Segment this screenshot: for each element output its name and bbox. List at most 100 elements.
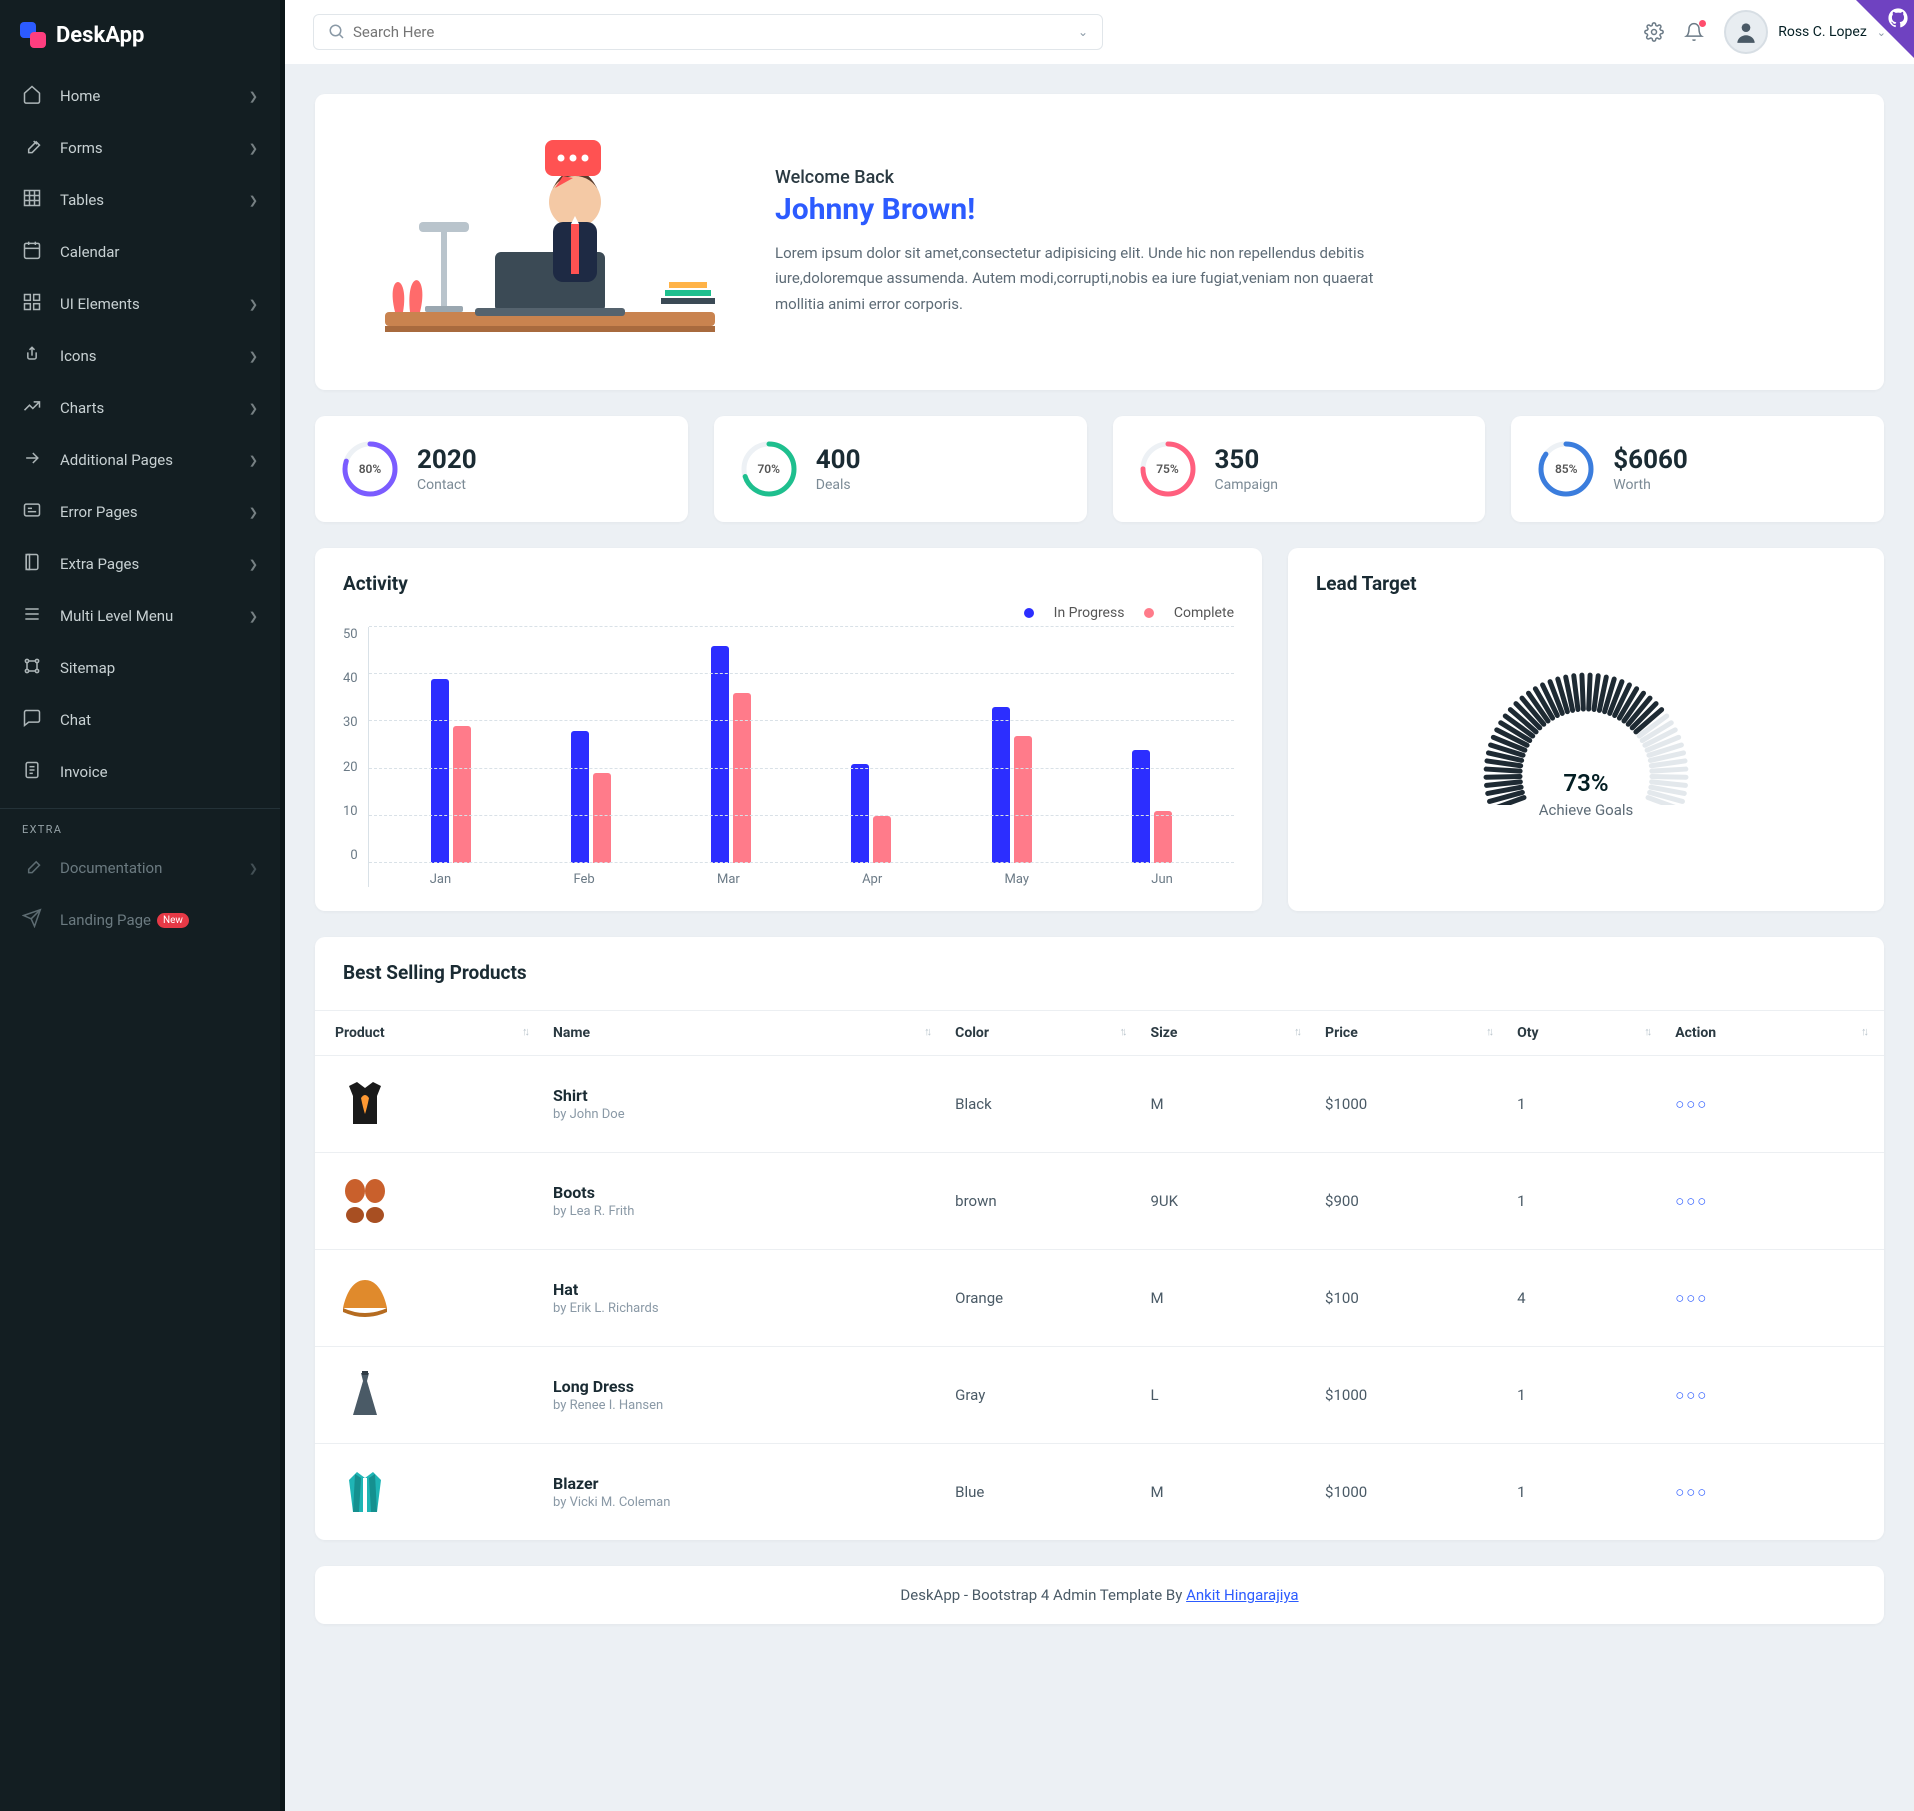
row-actions[interactable]: ○○○ <box>1675 1095 1708 1113</box>
bell-icon[interactable] <box>1684 22 1704 42</box>
sidebar-item[interactable]: Forms❯ <box>0 122 280 174</box>
sidebar-item[interactable]: Additional Pages❯ <box>0 434 280 486</box>
activity-legend: In Progress Complete <box>343 605 1234 621</box>
bar-in-progress <box>571 731 589 863</box>
sort-icon[interactable]: ↑↓ <box>1644 1025 1649 1038</box>
chevron-right-icon: ❯ <box>249 142 258 155</box>
sidebar-item[interactable]: Documentation❯ <box>0 842 280 894</box>
stat-card: 85% $6060Worth <box>1511 416 1884 522</box>
sidebar-item[interactable]: Tables❯ <box>0 174 280 226</box>
sort-icon[interactable]: ↑↓ <box>1861 1025 1866 1038</box>
chevron-right-icon: ❯ <box>249 90 258 103</box>
bar-group <box>711 646 751 863</box>
x-tick: Apr <box>862 872 882 887</box>
sidebar-item[interactable]: Chat <box>0 694 280 746</box>
stat-label: Campaign <box>1215 477 1278 493</box>
product-price: $1000 <box>1317 1347 1509 1444</box>
sidebar-item[interactable]: Sitemap <box>0 642 280 694</box>
product-qty: 1 <box>1509 1347 1667 1444</box>
product-price: $100 <box>1317 1250 1509 1347</box>
sort-icon[interactable]: ↑↓ <box>1294 1025 1299 1038</box>
bar-in-progress <box>992 707 1010 863</box>
chevron-right-icon: ❯ <box>249 454 258 467</box>
bar-complete <box>873 816 891 863</box>
sidebar-item[interactable]: Invoice <box>0 746 280 798</box>
stat-card: 70% 400Deals <box>714 416 1087 522</box>
activity-title: Activity <box>343 572 1234 595</box>
github-icon <box>1888 8 1908 28</box>
product-price: $1000 <box>1317 1444 1509 1541</box>
bar-complete <box>453 726 471 863</box>
sort-icon[interactable]: ↑↓ <box>1486 1025 1491 1038</box>
search-input[interactable] <box>353 23 1078 41</box>
nav-icon <box>22 500 42 524</box>
sidebar-item[interactable]: Calendar <box>0 226 280 278</box>
lead-target-card: Lead Target 73% Achieve Goals <box>1288 548 1884 911</box>
activity-card: Activity In Progress Complete 5040302010… <box>315 548 1262 911</box>
footer-link[interactable]: Ankit Hingarajiya <box>1186 1586 1299 1604</box>
column-header[interactable]: Price↑↓ <box>1317 1011 1509 1056</box>
bar-in-progress <box>711 646 729 863</box>
sort-icon[interactable]: ↑↓ <box>924 1025 929 1038</box>
bar-complete <box>733 693 751 863</box>
column-header[interactable]: Size↑↓ <box>1142 1011 1317 1056</box>
row-actions[interactable]: ○○○ <box>1675 1192 1708 1210</box>
stat-ring: 80% <box>341 440 399 498</box>
lead-label: Achieve Goals <box>1316 801 1856 819</box>
stat-value: 350 <box>1215 445 1278 475</box>
nav-icon <box>22 760 42 784</box>
product-size: M <box>1142 1444 1317 1541</box>
sidebar-item-label: Invoice <box>60 763 108 781</box>
sidebar-item[interactable]: Landing PageNew <box>0 894 280 946</box>
welcome-illustration <box>355 122 735 362</box>
sidebar-item[interactable]: UI Elements❯ <box>0 278 280 330</box>
product-by: by John Doe <box>553 1107 939 1122</box>
products-title: Best Selling Products <box>315 961 1884 1000</box>
sidebar-item[interactable]: Multi Level Menu❯ <box>0 590 280 642</box>
product-color: Blue <box>947 1444 1142 1541</box>
settings-icon[interactable] <box>1644 22 1664 42</box>
sidebar-item-label: Tables <box>60 191 104 209</box>
column-header[interactable]: Color↑↓ <box>947 1011 1142 1056</box>
sidebar-item[interactable]: Icons❯ <box>0 330 280 382</box>
chevron-right-icon: ❯ <box>249 610 258 623</box>
sidebar-item-label: Sitemap <box>60 659 115 677</box>
chevron-right-icon: ❯ <box>249 558 258 571</box>
footer: DeskApp - Bootstrap 4 Admin Template By … <box>315 1566 1884 1624</box>
product-color: Orange <box>947 1250 1142 1347</box>
welcome-name: Johnny Brown! <box>775 192 1395 227</box>
row-actions[interactable]: ○○○ <box>1675 1386 1708 1404</box>
product-qty: 1 <box>1509 1153 1667 1250</box>
sidebar-item-label: Extra Pages <box>60 555 139 573</box>
sidebar-item-label: Calendar <box>60 243 120 261</box>
product-qty: 1 <box>1509 1056 1667 1153</box>
sidebar-item-label: UI Elements <box>60 295 140 313</box>
table-row: Long Dressby Renee I. Hansen Gray L $100… <box>315 1347 1884 1444</box>
sidebar-item[interactable]: Error Pages❯ <box>0 486 280 538</box>
search-input-wrap[interactable]: ⌄ <box>313 14 1103 50</box>
stat-card: 75% 350Campaign <box>1113 416 1486 522</box>
chevron-right-icon: ❯ <box>249 350 258 363</box>
row-actions[interactable]: ○○○ <box>1675 1483 1708 1501</box>
sort-icon[interactable]: ↑↓ <box>522 1025 527 1038</box>
search-dropdown-icon[interactable]: ⌄ <box>1078 25 1088 39</box>
sidebar-item-label: Home <box>60 87 100 105</box>
column-header[interactable]: Name↑↓ <box>545 1011 947 1056</box>
column-header[interactable]: Action↑↓ <box>1667 1011 1884 1056</box>
column-header[interactable]: Product↑↓ <box>315 1011 545 1056</box>
github-corner[interactable] <box>1856 0 1914 58</box>
sort-icon[interactable]: ↑↓ <box>1119 1025 1124 1038</box>
sidebar-item[interactable]: Charts❯ <box>0 382 280 434</box>
welcome-body: Lorem ipsum dolor sit amet,consectetur a… <box>775 241 1395 318</box>
product-price: $900 <box>1317 1153 1509 1250</box>
row-actions[interactable]: ○○○ <box>1675 1289 1708 1307</box>
brand[interactable]: DeskApp <box>0 0 280 70</box>
x-tick: Jan <box>430 872 451 887</box>
sidebar-item[interactable]: Extra Pages ❯ <box>0 538 280 590</box>
product-image <box>335 1462 395 1522</box>
nav-icon <box>22 344 42 368</box>
bar-in-progress <box>431 679 449 863</box>
sidebar-item[interactable]: Home ❯ <box>0 70 280 122</box>
column-header[interactable]: Oty↑↓ <box>1509 1011 1667 1056</box>
nav-icon <box>22 240 42 264</box>
